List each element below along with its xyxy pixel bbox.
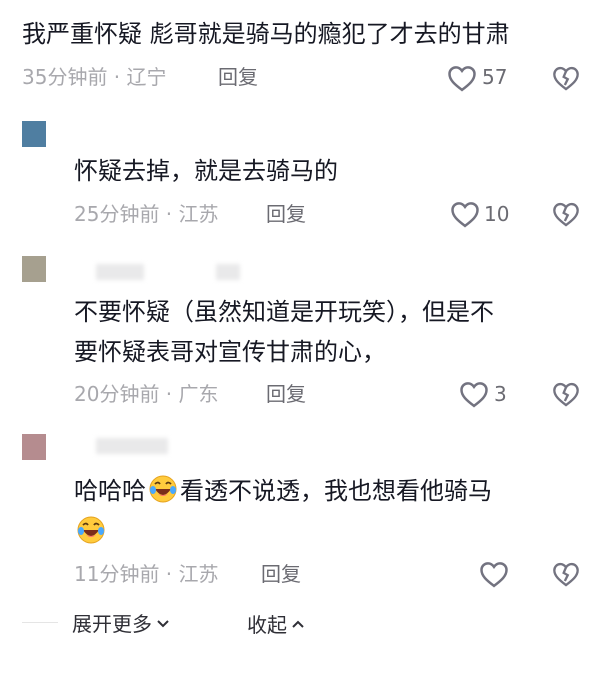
- expand-more-button[interactable]: 展开更多: [72, 609, 170, 637]
- chevron-up-icon: [291, 609, 305, 635]
- chevron-down-icon: [156, 609, 170, 635]
- reply-button[interactable]: 回复: [261, 561, 301, 587]
- laughing-crying-emoji-icon: [76, 515, 106, 545]
- like-count: 57: [482, 65, 508, 89]
- divider: [22, 622, 58, 623]
- avatar[interactable]: [22, 121, 46, 147]
- comment-text-part: 哈哈哈: [74, 477, 146, 505]
- avatar[interactable]: [22, 256, 46, 282]
- like-icon[interactable]: [459, 380, 489, 408]
- comment-text: 我严重怀疑 彪哥就是骑马的瘾犯了才去的甘肃: [22, 20, 510, 48]
- comment-text-line-2: 要怀疑表哥对宣传甘肃的心，: [74, 338, 386, 366]
- username[interactable]: [216, 264, 240, 280]
- username[interactable]: [96, 264, 144, 280]
- comment-meta: 35分钟前 · 辽宁: [22, 65, 167, 89]
- collapse-button[interactable]: 收起: [247, 609, 305, 638]
- like-icon[interactable]: [447, 64, 477, 92]
- avatar[interactable]: [22, 434, 46, 460]
- like-count: 10: [484, 202, 510, 226]
- comment-meta: 20分钟前 · 广东: [74, 382, 219, 406]
- comment-text-part: 看透不说透，我也想看他骑马: [180, 477, 492, 505]
- like-icon[interactable]: [479, 560, 509, 588]
- dislike-icon[interactable]: [552, 64, 580, 92]
- comment-meta: 11分钟前 · 江苏: [74, 562, 219, 586]
- like-count: 3: [494, 382, 507, 406]
- comment-text: 哈哈哈 看透不说透，我也想看他骑马: [74, 474, 492, 507]
- dislike-icon[interactable]: [552, 380, 580, 408]
- expand-more-label: 展开更多: [72, 612, 152, 636]
- collapse-label: 收起: [247, 613, 287, 637]
- comment-meta: 25分钟前 · 江苏: [74, 202, 219, 226]
- laughing-crying-emoji-icon: [148, 474, 178, 504]
- reply-button[interactable]: 回复: [218, 64, 258, 90]
- reply-button[interactable]: 回复: [266, 201, 306, 227]
- dislike-icon[interactable]: [552, 560, 580, 588]
- username[interactable]: [96, 438, 168, 454]
- comment-text-line-1: 不要怀疑（虽然知道是开玩笑），但是不: [74, 298, 494, 326]
- reply-button[interactable]: 回复: [266, 381, 306, 407]
- like-icon[interactable]: [450, 200, 480, 228]
- dislike-icon[interactable]: [552, 200, 580, 228]
- comment-text: 怀疑去掉，就是去骑马的: [74, 157, 338, 185]
